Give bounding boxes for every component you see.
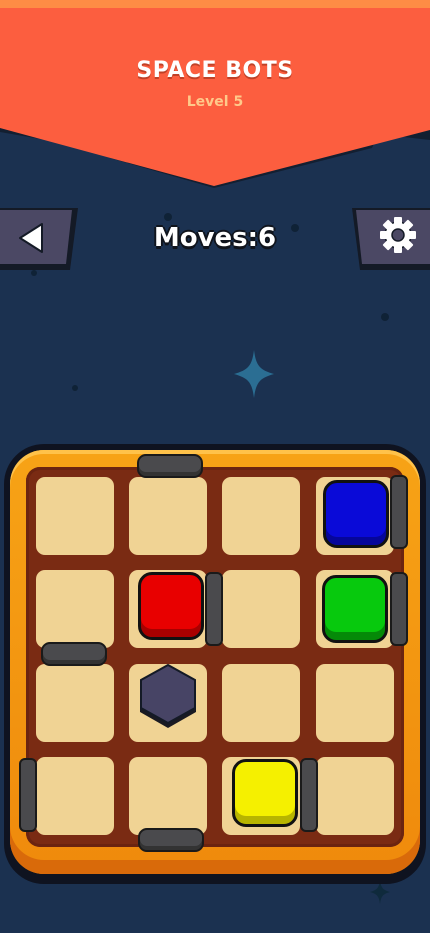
moves-counter: Moves: 6 [0,223,430,253]
level-indicator: Level 5 [186,94,244,110]
wall-horizontal [41,642,107,666]
wall-vertical [390,475,408,549]
hexagon-obstacle [140,663,196,728]
blue-bot[interactable] [323,480,389,548]
board-tile[interactable] [129,757,207,835]
board-tile[interactable] [222,664,300,742]
board-tile[interactable] [316,664,394,742]
board-tile[interactable] [36,664,114,742]
board-tile[interactable] [222,477,300,555]
board-tile[interactable] [316,757,394,835]
board-tile[interactable] [36,477,114,555]
game-title: SPACE BOTS [136,58,294,83]
wall-vertical [19,758,37,832]
wall-vertical [300,758,318,832]
red-bot[interactable] [138,572,204,640]
wall-vertical [390,572,408,646]
star-icon [234,350,274,398]
wall-horizontal [138,828,204,852]
green-bot[interactable] [322,575,388,643]
board-tile[interactable] [36,570,114,648]
moves-value: 6 [258,223,277,253]
wall-vertical [205,572,223,646]
yellow-bot[interactable] [232,759,298,827]
board-tile[interactable] [222,570,300,648]
moves-label: Moves: [153,223,259,253]
wall-horizontal [137,454,203,478]
board-tile[interactable] [36,757,114,835]
board-tile[interactable] [129,477,207,555]
